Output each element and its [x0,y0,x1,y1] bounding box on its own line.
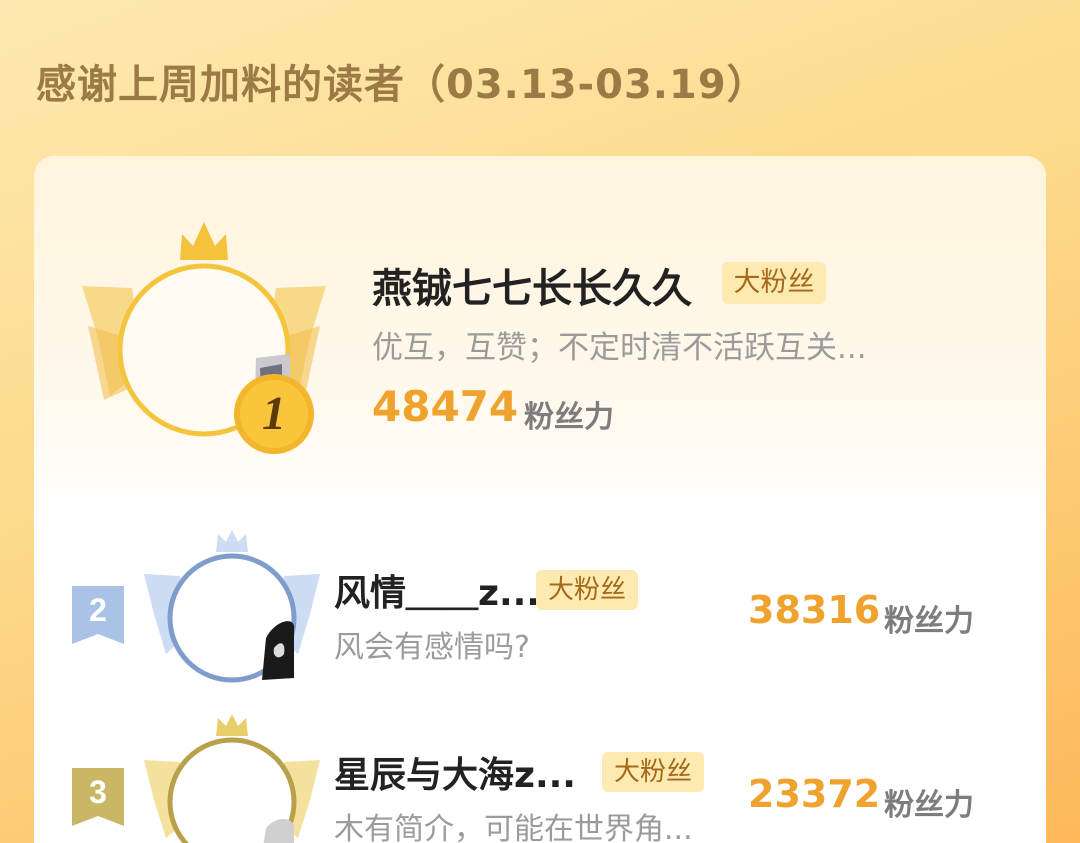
avatar-rank-2[interactable] [142,530,322,688]
fan-score-unit: 粉丝力 [524,400,614,435]
fan-name[interactable]: 风情＿＿z... [334,564,540,616]
avatar-rank-3[interactable] [142,710,322,843]
fan-entry-rank-1[interactable]: 1 燕铖七七长长久久 大粉丝 优互，互赞；不定时清不活跃互关... 48474 … [34,156,1046,520]
rank-2-flag: 2 [72,586,124,644]
fans-leaderboard-card: 1 燕铖七七长长久久 大粉丝 优互，互赞；不定时清不活跃互关... 48474 … [34,156,1046,843]
fan-badge: 大粉丝 [722,262,826,304]
fan-score-unit: 粉丝力 [884,604,974,639]
fan-name[interactable]: 燕铖七七长长久久 [372,256,692,314]
rank-2-number: 2 [89,592,107,628]
fan-name[interactable]: 星辰与大海z... [334,746,576,798]
fan-score: 23372 [748,772,881,816]
page-title: 感谢上周加料的读者（03.13-03.19） [36,62,768,108]
fan-badge: 大粉丝 [536,570,638,610]
rank-1-number: 1 [262,387,286,440]
fan-entry-rank-3[interactable]: 3 星辰与大海z... 大粉丝 木有简介，可能在世界角... 23372 粉丝力 [34,700,1046,843]
fan-score-unit: 粉丝力 [884,788,974,823]
fan-badge: 大粉丝 [602,752,704,792]
fan-score: 38316 [748,588,881,632]
bronze-crown-frame-icon [144,714,320,843]
rank-3-number: 3 [89,774,107,810]
silver-crown-frame-icon [144,530,320,683]
fan-description: 木有简介，可能在世界角... [334,812,693,843]
fan-description: 风会有感情吗? [334,630,530,665]
rank-3-flag: 3 [72,768,124,826]
avatar-rank-1[interactable]: 1 [82,218,332,454]
fan-score: 48474 [372,382,519,431]
fan-entry-rank-2[interactable]: 2 风情＿＿z... 大粉丝 风会有感情吗? 38316 粉丝力 [34,520,1046,700]
fan-description: 优互，互赞；不定时清不活跃互关... [372,330,867,366]
rank-1-medal: 1 [232,372,316,456]
